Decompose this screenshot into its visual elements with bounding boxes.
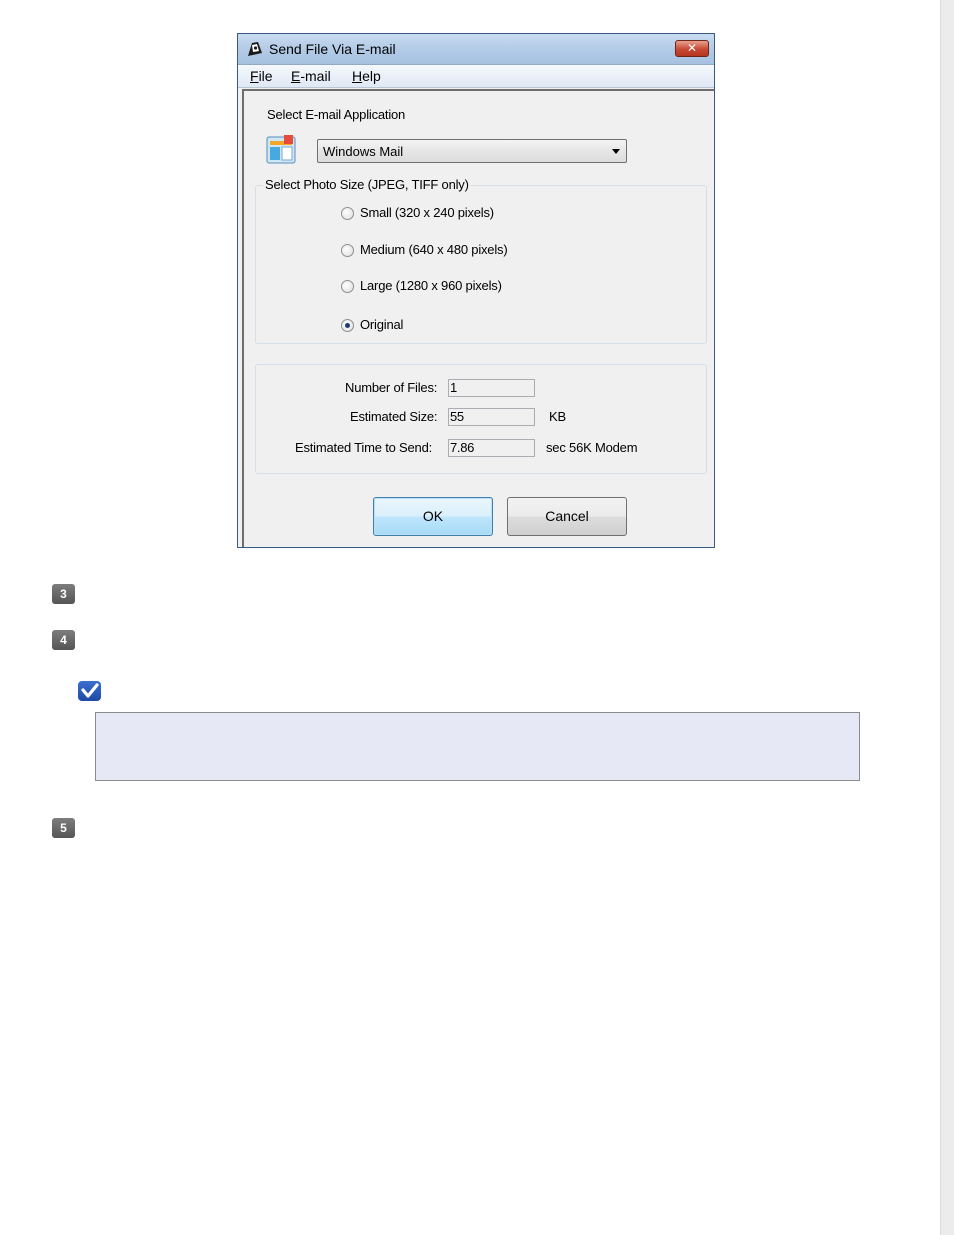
note-box (95, 712, 860, 781)
estimated-size-label: Estimated Size: (350, 409, 438, 424)
menu-help-accel: H (352, 68, 363, 84)
radio-medium-label[interactable]: Medium (640 x 480 pixels) (360, 242, 508, 257)
right-gray-rail (940, 0, 954, 1235)
ok-button[interactable]: OK (373, 497, 493, 536)
title-bar[interactable]: Send File Via E-mail ✕ (238, 34, 714, 65)
close-button[interactable]: ✕ (675, 40, 709, 57)
mail-application-icon (266, 135, 296, 164)
menu-email-label: -mail (300, 68, 331, 84)
radio-original-label[interactable]: Original (360, 317, 403, 332)
cancel-button[interactable]: Cancel (507, 497, 627, 536)
menu-bar: File E-mail Help (238, 65, 714, 88)
radio-small-label[interactable]: Small (320 x 240 pixels) (360, 205, 494, 220)
send-file-via-email-dialog: Send File Via E-mail ✕ File E-mail Help … (237, 33, 715, 548)
estimated-time-unit: sec 56K Modem (546, 440, 638, 455)
email-app-icon (248, 42, 262, 56)
menu-file[interactable]: File (250, 68, 273, 84)
chevron-down-icon (612, 149, 620, 154)
menu-file-accel: F (250, 68, 259, 84)
radio-large-label[interactable]: Large (1280 x 960 pixels) (360, 278, 502, 293)
close-icon: ✕ (686, 41, 698, 55)
menu-help[interactable]: Help (352, 68, 381, 84)
number-of-files-label: Number of Files: (345, 380, 438, 395)
email-application-select[interactable]: Windows Mail (317, 139, 627, 163)
radio-small-button[interactable] (341, 207, 354, 220)
photo-size-legend: Select Photo Size (JPEG, TIFF only) (263, 177, 471, 192)
estimated-time-field: 7.86 (448, 439, 535, 457)
number-of-files-field: 1 (448, 379, 535, 397)
step-badge-3: 3 (52, 584, 75, 604)
step-badge-5: 5 (52, 818, 75, 838)
select-email-label: Select E-mail Application (267, 107, 406, 122)
step-badge-4: 4 (52, 630, 75, 650)
radio-medium-button[interactable] (341, 244, 354, 257)
estimated-size-unit: KB (549, 409, 566, 424)
estimated-time-label: Estimated Time to Send: (295, 440, 433, 455)
menu-help-label: elp (362, 68, 381, 84)
menu-file-label: ile (258, 68, 273, 84)
estimated-size-field: 55 (448, 408, 535, 426)
email-application-value: Windows Mail (323, 144, 404, 159)
radio-large-button[interactable] (341, 280, 354, 293)
note-checkmark-icon (78, 681, 101, 701)
checkmark-icon (81, 683, 99, 698)
window-title: Send File Via E-mail (269, 41, 396, 57)
dialog-client-area: Select E-mail Application Windows Mail S… (242, 89, 714, 547)
radio-original-button[interactable] (341, 319, 354, 332)
menu-email[interactable]: E-mail (291, 68, 331, 84)
menu-email-accel: E (291, 68, 301, 84)
